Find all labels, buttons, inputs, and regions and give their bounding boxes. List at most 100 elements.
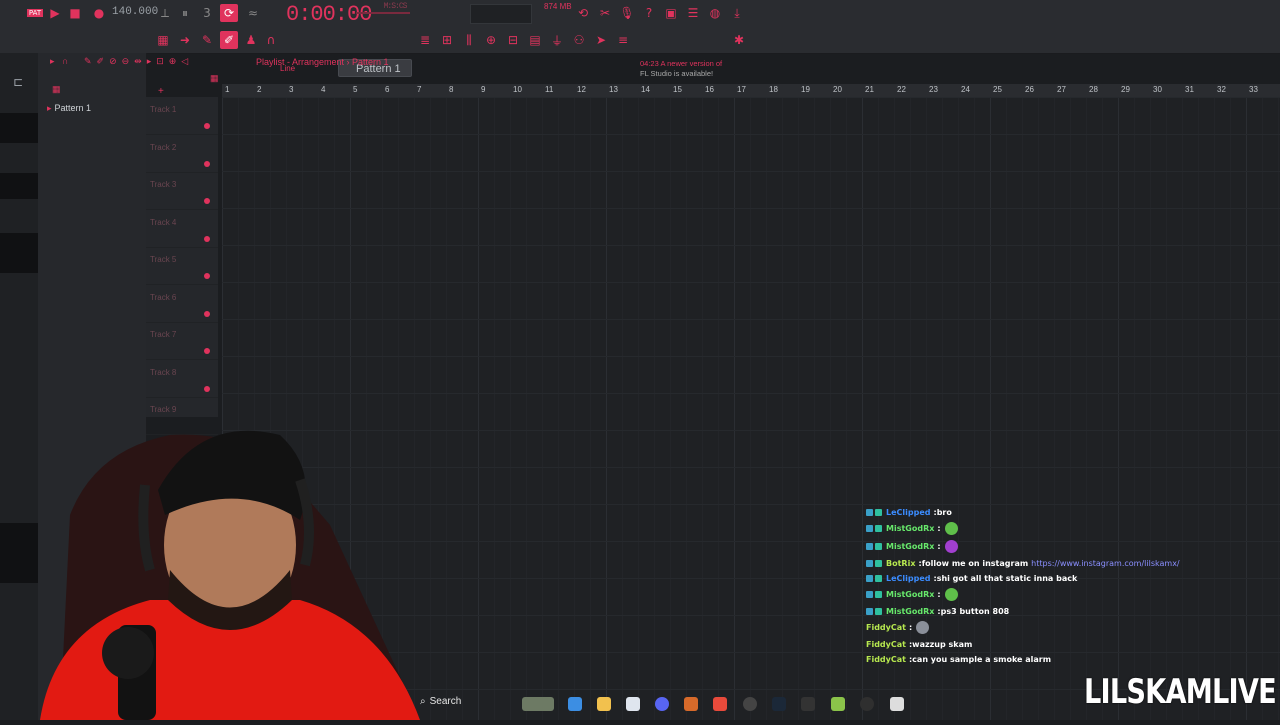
track-mute-indicator[interactable]: [204, 310, 210, 317]
browser-toggle-icon[interactable]: ⊏: [9, 73, 27, 91]
wait-icon[interactable]: ⏸: [176, 4, 194, 22]
download-icon[interactable]: ⤓: [728, 4, 746, 22]
chat-message: MistGodRx: ps3 button 808: [866, 604, 1009, 619]
track-header[interactable]: Track 2: [146, 135, 218, 173]
playlist-view-icon[interactable]: ⊟: [504, 31, 522, 49]
chat-username: BotRix: [886, 559, 916, 568]
chat-icon[interactable]: ◍: [706, 4, 724, 22]
options-arrow-icon[interactable]: ▸: [50, 56, 55, 67]
track-mute-indicator[interactable]: [204, 348, 210, 354]
chat-badges: [866, 525, 882, 532]
bar-number: 6: [385, 85, 390, 94]
record-icon[interactable]: ●: [90, 4, 108, 22]
fl-cloud-icon[interactable]: ✱: [730, 31, 748, 49]
send-icon[interactable]: ➤: [592, 31, 610, 49]
badge-icon: [866, 543, 873, 550]
chat-text: bro: [936, 508, 952, 517]
add-track-icon[interactable]: +: [158, 86, 164, 97]
bar-number: 15: [673, 85, 682, 94]
obs-icon[interactable]: [743, 697, 757, 711]
grid-icon[interactable]: ▦: [210, 73, 219, 84]
audio-app-icon[interactable]: [860, 697, 874, 711]
cut-icon[interactable]: ✂: [596, 4, 614, 22]
stop-icon[interactable]: ■: [66, 4, 84, 22]
track-header[interactable]: Track 7: [146, 322, 218, 360]
track-mute-indicator[interactable]: [204, 273, 210, 279]
bar-number: 29: [1121, 85, 1130, 94]
stamp-icon[interactable]: ♟: [242, 31, 260, 49]
channel-rack-icon[interactable]: ⊞: [438, 31, 456, 49]
graph-icon[interactable]: ≡: [614, 31, 632, 49]
top-toolbar: PAT ▶ ■ ● 140.000 ⟂ ⏸ 3 ⟳ ≈ 0:00:00 M:S:…: [0, 0, 1280, 29]
brush-icon[interactable]: ✐: [220, 31, 238, 49]
track-mute-indicator[interactable]: [204, 235, 210, 242]
game-icon[interactable]: [831, 697, 845, 711]
bar-number: 30: [1153, 85, 1162, 94]
track-header[interactable]: Track 4: [146, 210, 218, 248]
track-mute-indicator[interactable]: [204, 385, 210, 392]
snap-magnet-icon[interactable]: ∩: [62, 56, 68, 66]
timeline-ruler[interactable]: 1 2 3 4 5 6 7 8 9 10 11 12 13 14 15 16 17 18 19 20 21 22 23 24 2…: [222, 84, 1280, 98]
pencil-icon[interactable]: ✎: [198, 31, 216, 49]
badge-icon: [866, 575, 873, 582]
track-header[interactable]: Track 5: [146, 247, 218, 285]
chat-badges: [866, 543, 882, 550]
chat-separator: :: [937, 542, 941, 551]
track-mute-indicator[interactable]: [204, 160, 210, 167]
plugin-icon[interactable]: ⊕: [482, 31, 500, 49]
pattern-picker-icon[interactable]: ▦: [52, 84, 61, 95]
pat-song-toggle[interactable]: PAT: [26, 4, 44, 22]
bar-number: 31: [1185, 85, 1194, 94]
magnet-icon[interactable]: ∩: [262, 31, 280, 49]
brave-icon[interactable]: [713, 697, 727, 711]
chat-text: follow me on instagram: [921, 559, 1029, 568]
mic-icon[interactable]: 🎙: [618, 4, 636, 22]
chat-username: FiddyCat: [866, 655, 906, 664]
track-header[interactable]: Track 6: [146, 285, 218, 323]
bar-number: 18: [769, 85, 778, 94]
app-icon[interactable]: [801, 697, 815, 711]
pattern-list-item[interactable]: ▸ Pattern 1: [47, 103, 91, 114]
plug-icon[interactable]: ⏚: [548, 31, 566, 49]
master-volume-slider[interactable]: [356, 12, 410, 14]
loop-record-icon[interactable]: ⟳: [220, 4, 238, 22]
save-icon[interactable]: ▣: [662, 4, 680, 22]
track-header[interactable]: Track 3: [146, 172, 218, 210]
steam-icon[interactable]: [772, 697, 786, 711]
left-block-2: [0, 173, 38, 199]
play-icon[interactable]: ▶: [46, 4, 64, 22]
taskbar-search[interactable]: ⌕ Search: [420, 696, 530, 714]
mixer-view-icon[interactable]: ⫼: [460, 31, 478, 49]
arrow-icon[interactable]: ➜: [176, 31, 194, 49]
copilot-icon[interactable]: [568, 697, 582, 711]
countdown-icon[interactable]: 3: [198, 4, 216, 22]
clipboard-icon[interactable]: ▤: [526, 31, 544, 49]
bar-number: 33: [1249, 85, 1258, 94]
piano-roll-icon[interactable]: ▦: [154, 31, 172, 49]
track-mute-indicator[interactable]: [204, 123, 210, 129]
browser-icon[interactable]: ≣: [416, 31, 434, 49]
help-icon[interactable]: ?: [640, 4, 658, 22]
link-icon[interactable]: ⚇: [570, 31, 588, 49]
mixer-icon[interactable]: ☰: [684, 4, 702, 22]
fl-studio-icon[interactable]: [684, 697, 698, 711]
track-header[interactable]: Track 1: [146, 97, 218, 135]
tempo-display[interactable]: 140.000: [112, 6, 158, 18]
chat-text: wazzup skam: [912, 640, 973, 649]
file-explorer-icon[interactable]: [597, 697, 611, 711]
metronome-icon[interactable]: ⟂: [156, 4, 174, 22]
bar-number: 4: [321, 85, 326, 94]
blend-icon[interactable]: ≈: [244, 4, 262, 22]
widget-icon[interactable]: [522, 697, 554, 711]
track-mute-indicator[interactable]: [204, 198, 210, 204]
track-header[interactable]: Track 8: [146, 360, 218, 398]
discord-icon[interactable]: [655, 697, 669, 711]
capcut-icon[interactable]: [890, 697, 904, 711]
undo-history-icon[interactable]: ⟲: [574, 4, 592, 22]
chat-text: can you sample a smoke alarm: [912, 655, 1052, 664]
badge-icon: [866, 525, 873, 532]
chat-link[interactable]: https://www.instagram.com/lilskamx/: [1031, 559, 1179, 568]
playlist-tools-icons[interactable]: ✎✐⊘⊖⇹▸⊡⊕◁: [84, 56, 193, 67]
bar-number: 3: [289, 85, 294, 94]
store-icon[interactable]: [626, 697, 640, 711]
